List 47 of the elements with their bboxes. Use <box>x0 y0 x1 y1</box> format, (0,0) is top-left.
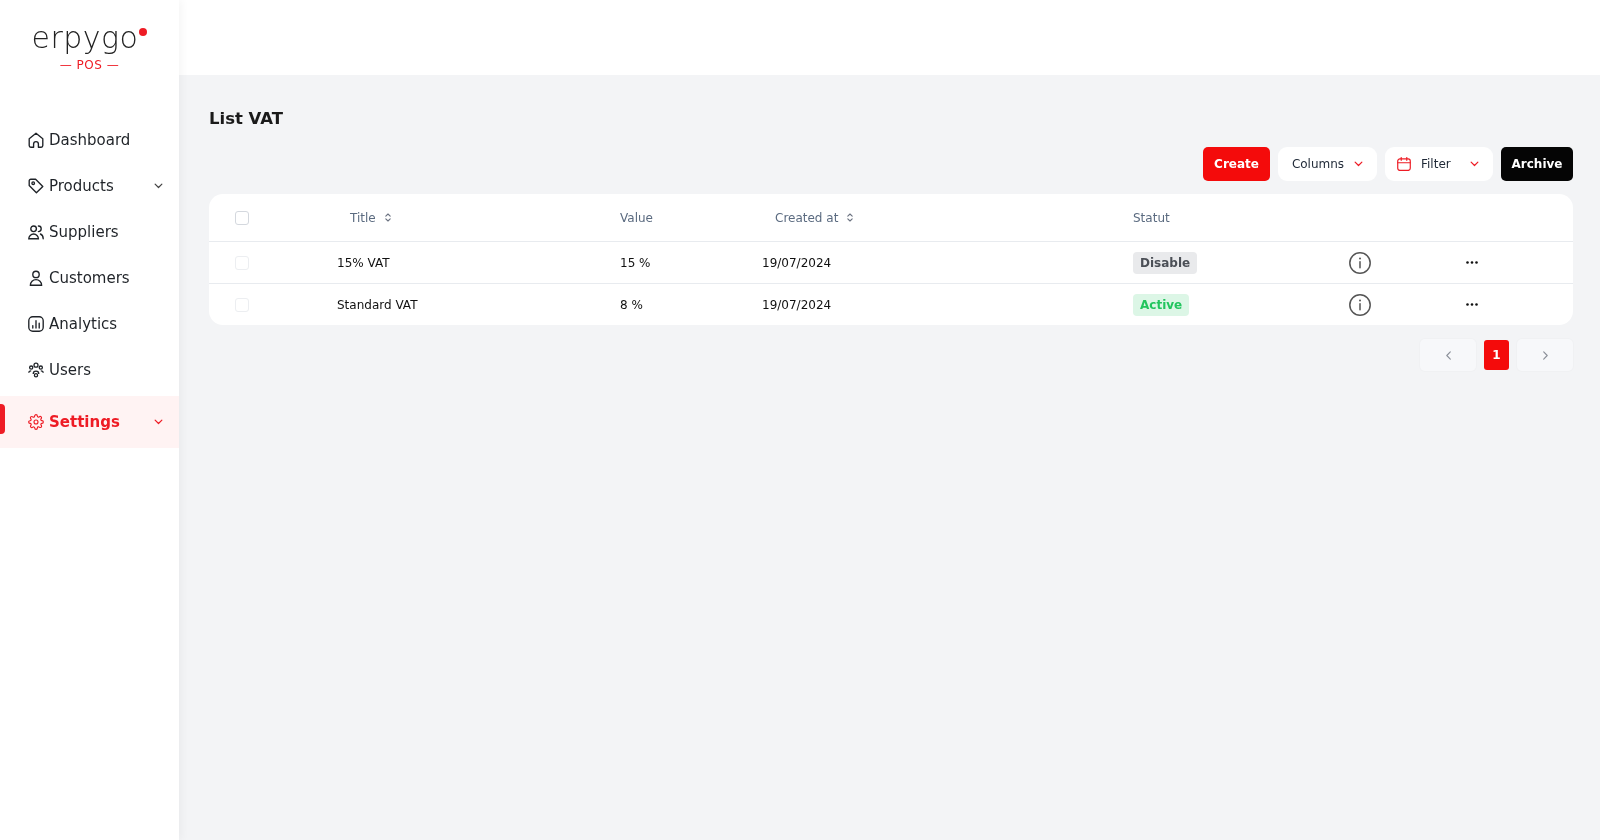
sort-icon[interactable] <box>847 213 854 222</box>
more-options-icon[interactable] <box>1466 261 1478 264</box>
tag-icon <box>28 178 44 194</box>
archive-button[interactable]: Archive <box>1501 147 1573 181</box>
table-cell: 8 % <box>620 297 643 312</box>
more-options-icon[interactable] <box>1466 303 1478 306</box>
column-header: Value <box>620 210 653 225</box>
info-icon[interactable] <box>1349 251 1371 274</box>
table-cell: 15 % <box>620 255 651 270</box>
user-icon <box>28 270 44 286</box>
status-badge: Active <box>1133 293 1190 316</box>
filter-dropdown[interactable]: Filter <box>1385 147 1493 181</box>
chevron-right-icon <box>1542 350 1548 360</box>
logo-wordmark: erpygo <box>31 22 139 54</box>
status-badge: Disable <box>1133 251 1198 274</box>
info-icon[interactable] <box>1349 293 1371 316</box>
calendar-icon <box>1397 157 1411 171</box>
sort-icon[interactable] <box>384 213 391 222</box>
column-header: Statut <box>1133 210 1170 225</box>
sidebar-item[interactable]: Analytics <box>0 301 179 347</box>
home-icon <box>28 132 44 148</box>
create-button[interactable]: Create <box>1203 147 1270 181</box>
sidebar-item[interactable]: Users <box>0 347 179 393</box>
sidebar-item[interactable]: Customers <box>0 255 179 301</box>
chevron-down-icon <box>1470 161 1479 167</box>
page-button[interactable]: 1 <box>1484 340 1509 370</box>
sidebar-item[interactable]: Suppliers <box>0 209 179 255</box>
select-all-checkbox[interactable] <box>235 210 249 225</box>
table-cell: 15% VAT <box>337 255 390 270</box>
columns-dropdown[interactable]: Columns <box>1278 147 1377 181</box>
user-group-icon <box>28 362 44 378</box>
sidebar-item[interactable]: Settings <box>0 396 179 448</box>
column-header[interactable]: Created at <box>775 210 839 225</box>
logo-subtitle: — POS — <box>59 58 120 72</box>
users-icon <box>28 224 44 240</box>
table-cell: Standard VAT <box>337 297 418 312</box>
settings-icon <box>28 414 44 430</box>
page-title: List VAT <box>209 108 285 130</box>
bar-chart-icon <box>28 316 44 332</box>
sidebar-item[interactable]: Dashboard <box>0 117 179 163</box>
logo-dot-icon <box>139 28 148 36</box>
column-header[interactable]: Title <box>350 210 376 225</box>
table-cell: 19/07/2024 <box>762 255 832 270</box>
chevron-down-icon <box>1354 161 1364 167</box>
chevron-left-icon <box>1445 350 1451 360</box>
sidebar-item[interactable]: Products <box>0 163 179 209</box>
table-cell: 19/07/2024 <box>762 297 832 312</box>
